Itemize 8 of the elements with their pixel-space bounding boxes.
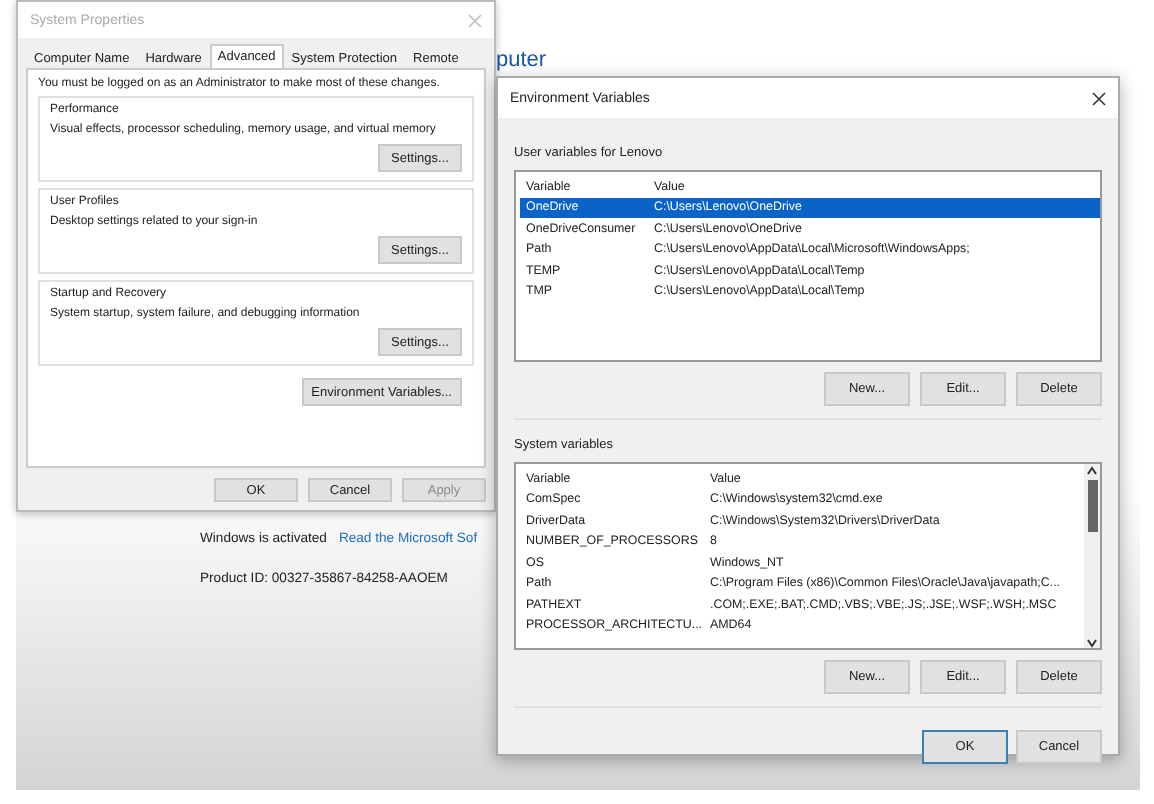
variables-list[interactable] xyxy=(514,462,1102,650)
scrollbar[interactable] xyxy=(1084,464,1100,648)
scroll-thumb[interactable] xyxy=(1087,480,1097,532)
close-icon[interactable] xyxy=(1092,91,1106,105)
scroll-up-icon[interactable] xyxy=(1086,466,1098,476)
variables-list[interactable] xyxy=(514,170,1102,362)
scroll-down-icon[interactable] xyxy=(1086,638,1098,648)
page-heading: puter xyxy=(496,48,547,72)
